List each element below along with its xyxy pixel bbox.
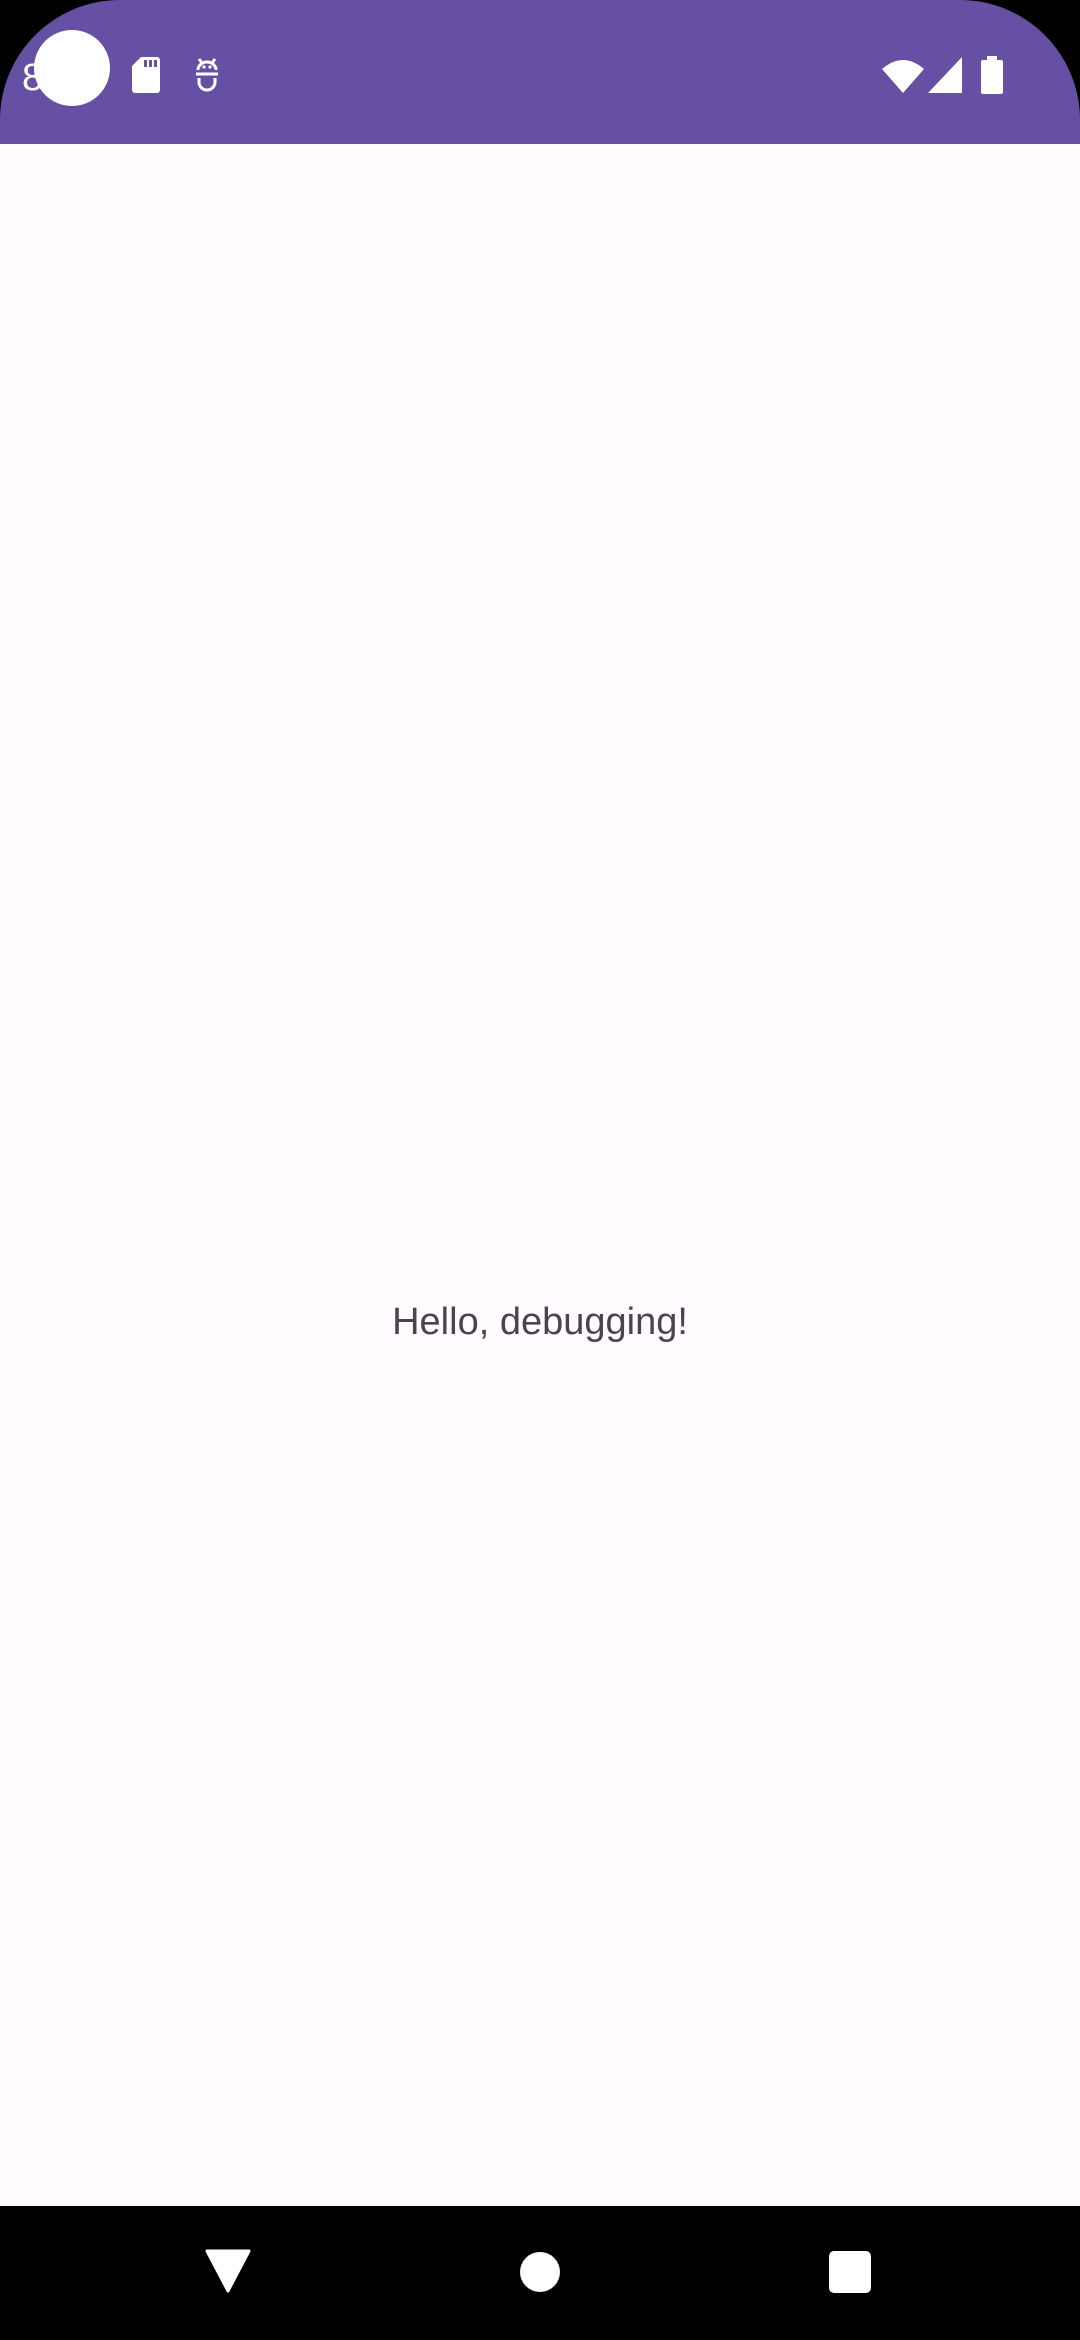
recents-icon[interactable] bbox=[829, 2251, 871, 2293]
navigation-bar bbox=[0, 2206, 1080, 2340]
sd-card-icon bbox=[132, 57, 160, 93]
phone-screen: 8 Hello, debugging! bbox=[0, 0, 1080, 2340]
wifi-icon bbox=[882, 60, 924, 93]
greeting-text: Hello, debugging! bbox=[392, 1301, 688, 1343]
camera-cutout bbox=[34, 30, 110, 106]
battery-icon bbox=[981, 56, 1003, 94]
home-icon[interactable] bbox=[519, 2251, 561, 2293]
android-debug-icon bbox=[196, 58, 218, 92]
main-content: Hello, debugging! bbox=[0, 144, 1080, 2206]
back-icon[interactable] bbox=[204, 2249, 252, 2293]
cellular-signal-icon bbox=[928, 57, 962, 93]
status-bar: 8 bbox=[0, 0, 1080, 144]
